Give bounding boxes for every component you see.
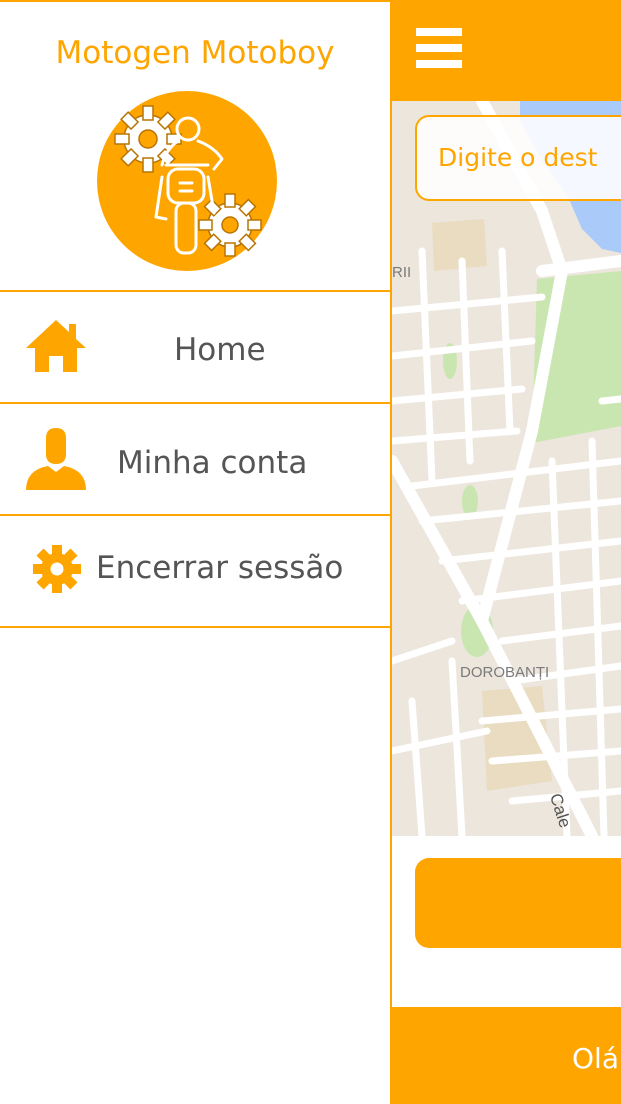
- menu-item-label: Encerrar sessão: [96, 550, 344, 586]
- bottom-bar: Olá: [392, 1007, 621, 1104]
- motorcycle-gears-logo-icon: [97, 91, 277, 271]
- destination-search-input[interactable]: Digite o dest: [415, 115, 621, 201]
- main-app-screen: RII DOROBANȚI Cale Digite o dest Olá: [392, 0, 621, 1104]
- gear-icon: [33, 545, 81, 593]
- top-app-bar: [392, 0, 621, 101]
- primary-action-button[interactable]: [415, 858, 621, 948]
- menu-item-home[interactable]: Home: [0, 290, 390, 402]
- drawer-header: Motogen Motoboy: [0, 0, 390, 290]
- hamburger-icon[interactable]: [416, 28, 462, 74]
- navigation-drawer: Motogen Motoboy Home Minha conta Encerra…: [0, 0, 392, 1104]
- map-label-district-partial: RII: [392, 264, 412, 281]
- map-label-district: DOROBANȚI: [460, 664, 550, 681]
- drawer-menu: Home Minha conta Encerrar sessão: [0, 290, 390, 628]
- menu-item-label: Home: [174, 332, 266, 368]
- search-placeholder: Digite o dest: [438, 143, 598, 172]
- menu-item-label: Minha conta: [117, 445, 308, 481]
- greeting-text: Olá: [572, 1042, 619, 1075]
- user-icon: [26, 428, 86, 490]
- menu-item-encerrar-sessao[interactable]: Encerrar sessão: [0, 514, 390, 628]
- app-title: Motogen Motoboy: [55, 35, 335, 71]
- map-streets: [392, 101, 621, 836]
- menu-item-minha-conta[interactable]: Minha conta: [0, 402, 390, 514]
- map-view[interactable]: RII DOROBANȚI Cale Digite o dest: [392, 101, 621, 836]
- home-icon: [26, 320, 86, 372]
